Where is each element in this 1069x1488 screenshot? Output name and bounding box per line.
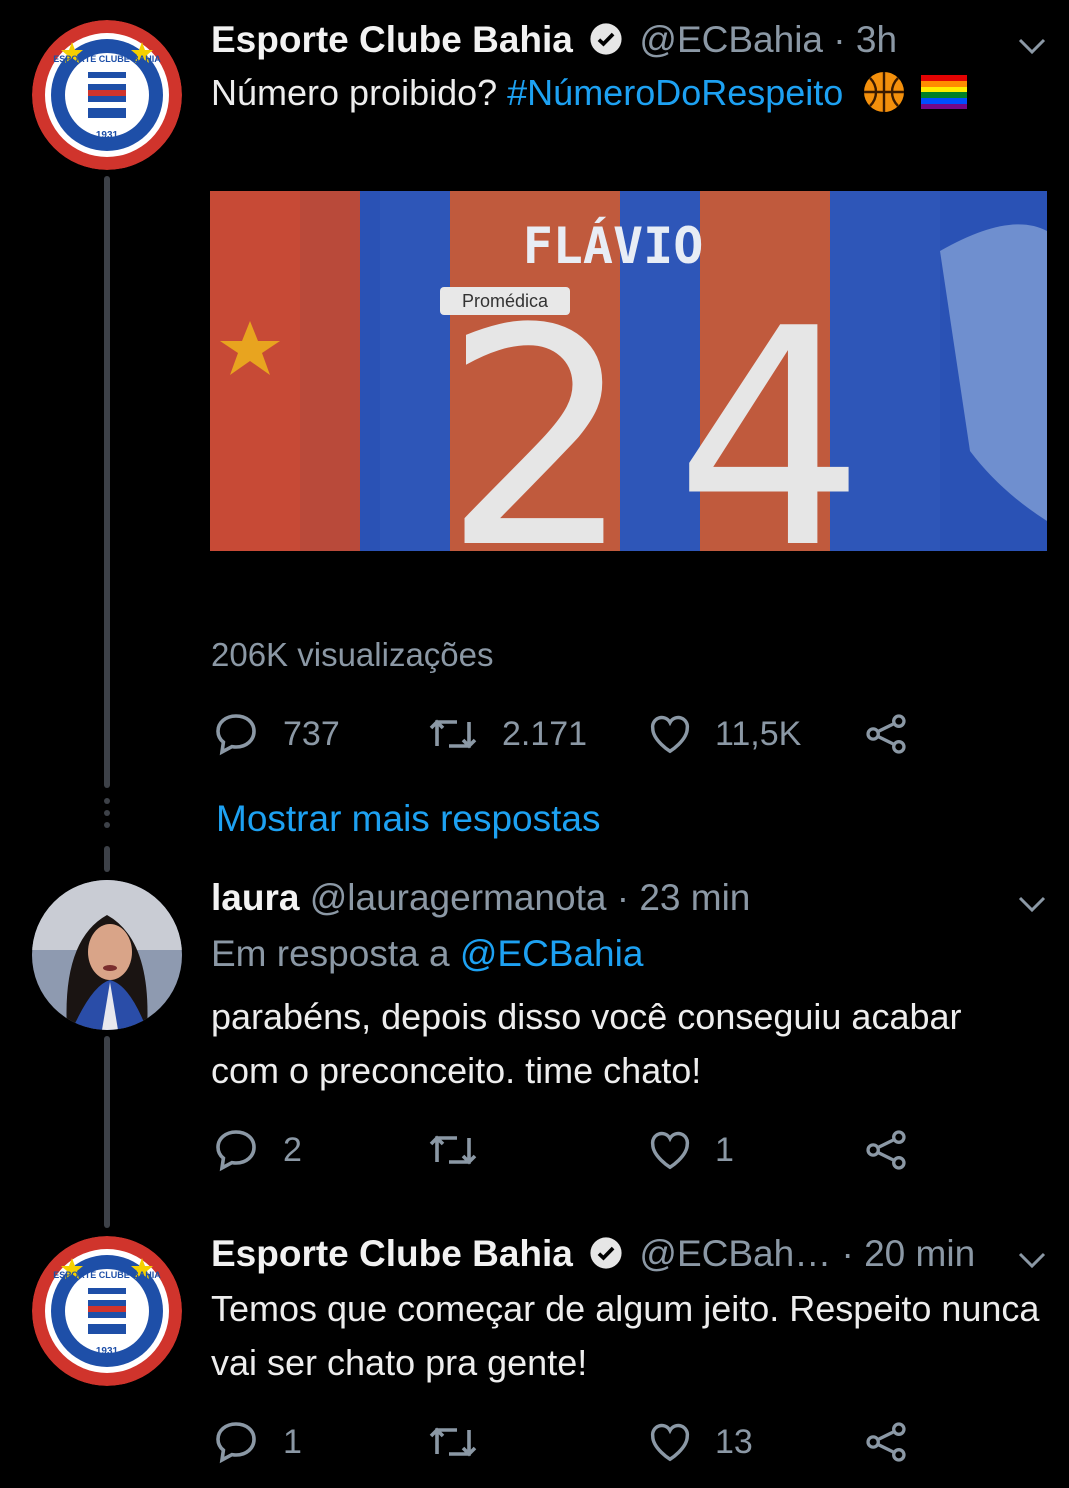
display-name[interactable]: Esporte Clube Bahia bbox=[211, 19, 573, 60]
chevron-down-icon[interactable] bbox=[1017, 894, 1047, 914]
tweet-actions: 737 2.171 11,5K bbox=[211, 704, 931, 764]
svg-text:1931: 1931 bbox=[96, 1346, 119, 1357]
share-icon bbox=[866, 714, 906, 754]
reply-count: 2 bbox=[283, 1130, 302, 1169]
display-name[interactable]: laura bbox=[211, 877, 299, 918]
like-count: 11,5K bbox=[715, 714, 802, 753]
tweet-header: Esporte Clube Bahia @ECBah… · 20 min bbox=[211, 1232, 975, 1276]
retweet-button[interactable]: 2.171 bbox=[426, 704, 587, 764]
retweet-count: 2.171 bbox=[502, 714, 588, 753]
heart-icon bbox=[650, 1423, 690, 1462]
view-count: 206K visualizações bbox=[211, 636, 494, 673]
timestamp[interactable]: · 3h bbox=[833, 19, 897, 60]
thread-line bbox=[104, 1036, 110, 1228]
svg-text:ESPORTE CLUBE BAHIA: ESPORTE CLUBE BAHIA bbox=[53, 1270, 161, 1280]
basketball-emoji-icon bbox=[864, 72, 905, 112]
avatar-ecbahia[interactable]: ESPORTE CLUBE BAHIA 1931 bbox=[32, 20, 182, 170]
heart-icon bbox=[650, 1131, 690, 1170]
jersey-image: FLÁVIO 2 4 Promédica bbox=[210, 191, 1047, 551]
reply-icon bbox=[216, 1130, 256, 1172]
share-button[interactable] bbox=[863, 704, 909, 764]
show-more-replies-link[interactable]: Mostrar mais respostas bbox=[216, 796, 601, 842]
reply-count: 1 bbox=[283, 1422, 302, 1461]
hashtag-link[interactable]: #NúmeroDoRespeito bbox=[507, 72, 843, 113]
timestamp[interactable]: · 23 min bbox=[617, 877, 751, 918]
heart-icon bbox=[650, 715, 690, 754]
reply-button[interactable]: 1 bbox=[211, 1412, 302, 1472]
reply-button[interactable]: 737 bbox=[211, 704, 340, 764]
like-button[interactable]: 1 bbox=[647, 1120, 734, 1180]
display-name[interactable]: Esporte Clube Bahia bbox=[211, 1233, 573, 1274]
share-button[interactable] bbox=[863, 1412, 909, 1472]
like-count: 13 bbox=[715, 1422, 753, 1461]
tweet-actions: 2 1 bbox=[211, 1120, 931, 1180]
like-button[interactable]: 13 bbox=[647, 1412, 753, 1472]
bahia-crest-logo: ESPORTE CLUBE BAHIA 1931 bbox=[32, 1236, 182, 1386]
tweet-header: Esporte Clube Bahia @ECBahia · 3h bbox=[211, 18, 897, 62]
handle[interactable]: @ECBah… bbox=[639, 1233, 831, 1274]
handle[interactable]: @lauragermanota bbox=[310, 877, 607, 918]
bahia-crest-logo: ESPORTE CLUBE BAHIA 1931 bbox=[32, 20, 182, 170]
retweet-icon bbox=[429, 1427, 477, 1457]
tweet-text: Temos que começar de algum jeito. Respei… bbox=[211, 1288, 1040, 1383]
svg-text:Promédica: Promédica bbox=[462, 291, 549, 311]
reply-context: Em resposta a @ECBahia bbox=[211, 933, 644, 974]
tweet-text: parabéns, depois disso você conseguiu ac… bbox=[211, 996, 962, 1091]
timestamp[interactable]: · 20 min bbox=[842, 1233, 976, 1274]
avatar-laura[interactable] bbox=[32, 880, 182, 1030]
thread-dots bbox=[104, 798, 110, 834]
retweet-icon bbox=[429, 1135, 477, 1165]
reply-icon bbox=[216, 714, 256, 756]
thread-line bbox=[104, 176, 110, 788]
like-count: 1 bbox=[715, 1130, 734, 1169]
handle[interactable]: @ECBahia bbox=[639, 19, 823, 60]
retweet-icon bbox=[429, 719, 477, 749]
avatar-ecbahia[interactable]: ESPORTE CLUBE BAHIA 1931 bbox=[32, 1236, 182, 1386]
tweet-header: laura @lauragermanota · 23 min bbox=[211, 876, 750, 920]
user-photo bbox=[32, 880, 182, 1030]
svg-text:ESPORTE CLUBE BAHIA: ESPORTE CLUBE BAHIA bbox=[53, 54, 161, 64]
reply-button[interactable]: 2 bbox=[211, 1120, 302, 1180]
verified-icon bbox=[590, 23, 622, 55]
tweet-text: Número proibido? #NúmeroDoRespeito bbox=[211, 66, 968, 120]
tweet-actions: 1 13 bbox=[211, 1412, 931, 1472]
rainbow-flag-emoji-icon bbox=[921, 75, 968, 109]
thread-line bbox=[104, 846, 110, 872]
reply-icon bbox=[216, 1422, 256, 1464]
retweet-button[interactable] bbox=[426, 1412, 502, 1472]
chevron-down-icon[interactable] bbox=[1017, 1250, 1047, 1270]
like-button[interactable]: 11,5K bbox=[647, 704, 801, 764]
share-icon bbox=[866, 1422, 906, 1462]
svg-text:4: 4 bbox=[675, 265, 866, 551]
verified-icon bbox=[590, 1237, 622, 1269]
svg-text:1931: 1931 bbox=[96, 130, 119, 141]
share-icon bbox=[866, 1130, 906, 1170]
reply-to-handle-link[interactable]: @ECBahia bbox=[460, 933, 644, 974]
chevron-down-icon[interactable] bbox=[1017, 36, 1047, 56]
reply-count: 737 bbox=[283, 714, 340, 753]
video-media[interactable]: FLÁVIO 2 4 Promédica bbox=[210, 191, 1047, 551]
retweet-button[interactable] bbox=[426, 1120, 502, 1180]
share-button[interactable] bbox=[863, 1120, 909, 1180]
